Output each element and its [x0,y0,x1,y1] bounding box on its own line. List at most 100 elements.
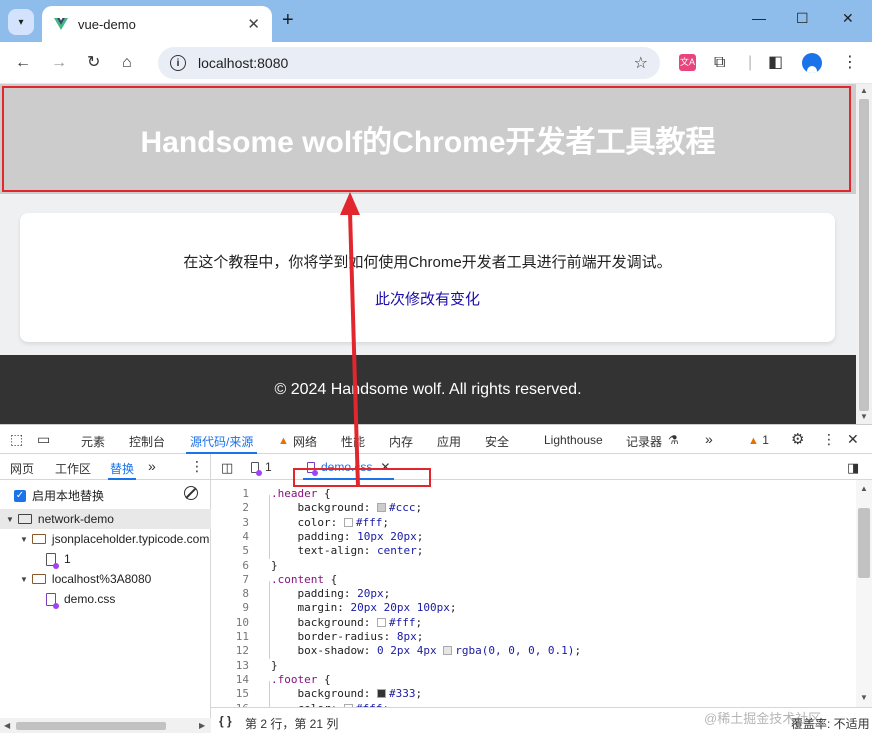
expand-triangle-icon[interactable]: ▼ [20,575,28,584]
editor-scrollbar[interactable]: ▲ ▼ [856,480,872,707]
tab-sources[interactable]: 源代码/来源 [185,433,258,454]
tree-item-folder2[interactable]: ▼ localhost%3A8080 [20,569,151,589]
enable-overrides-checkbox[interactable]: ✓ [14,489,26,502]
tab-console[interactable]: 控制台 [129,433,165,450]
color-swatch-icon[interactable] [443,646,453,656]
forward-icon[interactable]: → [51,54,67,72]
code-line[interactable]: .header { [271,487,331,501]
translate-extension-icon[interactable]: 文A [679,54,696,71]
extensions-puzzle-icon[interactable]: ⧉ [714,54,725,72]
tree-item-folder1[interactable]: ▼ jsonplaceholder.typicode.com [20,529,209,549]
code-line[interactable]: padding: 20px; [271,587,391,601]
tree-item-file1[interactable]: 1 [46,549,71,569]
tab-memory[interactable]: 内存 [389,433,413,450]
navigator-tabs: 网页 工作区 替换 » ⋮ [0,454,211,480]
code-line[interactable]: .content { [271,573,337,587]
close-window-icon[interactable]: ✕ [842,10,854,27]
color-swatch-icon[interactable] [376,617,386,627]
reload-icon[interactable]: ↻ [87,54,100,72]
toggle-debugger-icon[interactable]: ◨ [847,460,859,476]
bookmark-star-icon[interactable]: ☆ [634,53,648,73]
chevron-down-icon: ▾ [18,16,24,28]
more-navigator-tabs-icon[interactable]: » [148,458,156,474]
tab-elements[interactable]: 元素 [81,433,105,450]
editor-scroll-thumb[interactable] [858,508,870,578]
devtools-menu-icon[interactable]: ⋮ [822,431,836,448]
tab-application[interactable]: 应用 [437,433,461,450]
scroll-left-icon[interactable]: ◀ [4,721,10,730]
code-line[interactable]: padding: 10px 20px; [271,530,424,544]
expand-triangle-icon[interactable]: ▼ [20,535,28,544]
indent-guide [269,495,270,559]
pretty-print-icon[interactable]: { } [219,714,232,728]
scroll-down-icon[interactable]: ▼ [860,693,868,702]
tree-item-root[interactable]: ▼ network-demo [0,509,211,529]
code-line[interactable]: background: #fff; [271,615,423,630]
code-line[interactable]: text-align: center; [271,544,424,558]
tab-performance[interactable]: 性能 [341,433,365,450]
code-line[interactable]: background: #ccc; [271,501,423,515]
tree-item-file2[interactable]: demo.css [46,589,115,609]
tab-search-button[interactable]: ▾ [8,9,34,35]
tab-network[interactable]: 网络 [293,433,317,450]
settings-gear-icon[interactable]: ⚙ [791,430,804,448]
new-tab-button[interactable]: + [282,9,294,32]
page-scrollbar[interactable]: ▲ ▼ [856,84,872,424]
scroll-up-icon[interactable]: ▲ [860,86,868,95]
device-toolbar-icon[interactable]: ▭ [37,431,50,448]
toolbar-divider: | [748,54,753,71]
editor-tab-file1[interactable]: 1 [251,460,272,476]
clear-overrides-icon[interactable] [184,486,198,500]
scroll-right-icon[interactable]: ▶ [199,721,205,730]
enable-overrides-row[interactable]: ✓ 启用本地替换 [14,487,104,504]
tab-overrides[interactable]: 替换 [107,460,137,480]
code-line[interactable]: margin: 20px 20px 100px; [271,601,457,615]
minimize-icon[interactable]: — [752,10,766,26]
css-property: background [297,687,364,701]
css-property: background [297,615,364,629]
code-line[interactable]: color: #fff; [271,515,390,530]
page-scroll-thumb[interactable] [859,99,869,411]
address-bar[interactable]: i localhost:8080 ☆ [158,47,660,79]
navigator-menu-icon[interactable]: ⋮ [190,458,204,475]
color-swatch-icon[interactable] [343,517,353,527]
navigator-hscrollbar[interactable]: ◀ ▶ [0,718,211,733]
line-number: 7 [242,572,249,586]
expand-triangle-icon[interactable]: ▼ [6,515,14,524]
code-line[interactable]: border-radius: 8px; [271,630,424,644]
code-line[interactable]: } [271,559,278,573]
issues-button[interactable]: ▲ 1 [748,433,769,447]
url-text[interactable]: localhost:8080 [198,55,634,71]
code-line[interactable]: background: #333; [271,687,423,701]
code-editor[interactable]: 1 .header {2 background: #ccc; 3 color: #f… [211,485,856,707]
background-line-highlight-box [293,468,431,487]
code-line[interactable]: } [271,659,278,673]
color-swatch-icon[interactable] [376,689,386,699]
code-line[interactable]: box-shadow: 0 2px 4px rgba(0, 0, 0, 0.1)… [271,644,582,658]
tab-recorder[interactable]: 记录器 [626,433,662,450]
tab-lighthouse[interactable]: Lighthouse [544,433,603,447]
home-icon[interactable]: ⌂ [122,54,132,72]
tab-workspace[interactable]: 工作区 [55,460,91,477]
css-property: color [297,515,331,529]
tab-security[interactable]: 安全 [485,433,509,450]
inspect-element-icon[interactable]: ⬚ [10,431,23,448]
side-panel-icon[interactable]: ◧ [768,54,783,72]
profile-avatar[interactable] [802,53,822,73]
tab-page[interactable]: 网页 [10,460,34,477]
toggle-navigator-icon[interactable]: ◫ [221,460,233,476]
maximize-icon[interactable]: ☐ [796,10,809,27]
color-swatch-icon[interactable] [376,503,386,513]
browser-menu-icon[interactable]: ⋮ [842,54,858,72]
scroll-up-icon[interactable]: ▲ [860,484,868,493]
code-line[interactable]: .footer { [271,673,331,687]
tab-close-icon[interactable]: ✕ [247,15,260,33]
browser-tab[interactable]: vue-demo ✕ [42,6,272,42]
site-info-icon[interactable]: i [170,55,186,71]
navigator-scroll-thumb[interactable] [16,722,166,730]
back-icon[interactable]: ← [15,54,31,72]
scroll-down-icon[interactable]: ▼ [860,412,868,421]
line-number: 6 [242,558,249,572]
close-devtools-icon[interactable]: ✕ [847,431,859,448]
more-tabs-icon[interactable]: » [705,431,713,447]
